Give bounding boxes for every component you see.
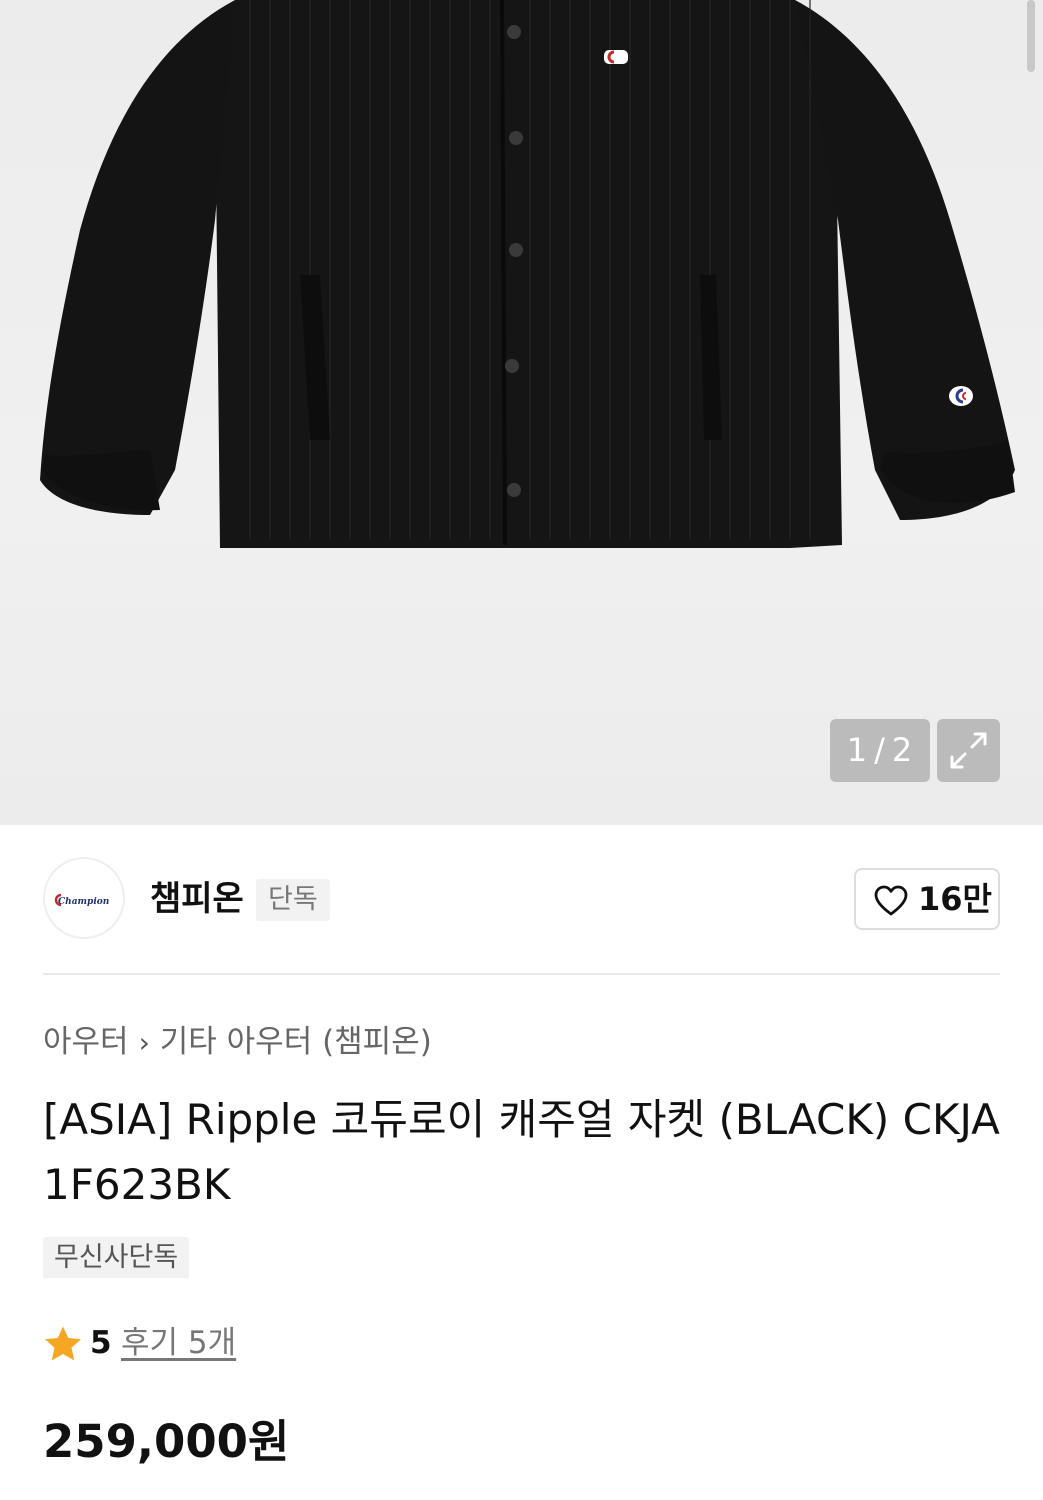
product-page: 1/2 Champion 챔피온 단독 16만 아우터 › 기타 아우터 (챔피… [0,0,1043,1500]
expand-icon [950,732,987,769]
exclusive-tag: 무신사단독 [43,1237,190,1278]
image-counter-total: 2 [891,731,914,769]
category-breadcrumb: 아우터 › 기타 아우터 (챔피온) [43,1020,432,1064]
brand-exclusive-badge: 단독 [256,879,330,921]
product-image [40,0,1015,548]
expand-image-button[interactable] [937,719,1000,782]
rating-value: 5 [90,1325,112,1361]
image-counter: 1/2 [830,719,930,782]
like-count: 16만 [918,880,992,918]
breadcrumb-item-outer[interactable]: 아우터 [43,1024,129,1060]
svg-text:Champion: Champion [58,897,109,907]
star-icon [45,1326,81,1361]
chest-logo [604,50,628,64]
like-button[interactable]: 16만 [854,868,1000,930]
brand-name[interactable]: 챔피온 [150,878,244,920]
chevron-right-icon: › [138,1026,150,1059]
image-counter-separator: / [874,731,886,769]
champion-logo: Champion [54,893,109,907]
divider [43,973,1000,975]
review-count-link[interactable]: 후기 5개 [121,1322,236,1364]
product-price: 259,000원 [43,1415,290,1468]
scrollbar-thumb[interactable] [1027,0,1035,72]
image-counter-current: 1 [846,731,869,769]
breadcrumb-item-other-outer[interactable]: 기타 아우터 (챔피온) [160,1024,432,1060]
product-image-gallery[interactable]: 1/2 [0,0,1043,825]
brand-logo[interactable]: Champion [43,857,125,939]
heart-outline-icon [874,885,908,916]
product-title: [ASIA] Ripple 코듀로이 캐주얼 자켓 (BLACK) CKJA1F… [43,1095,1000,1209]
sleeve-logo [949,386,973,406]
